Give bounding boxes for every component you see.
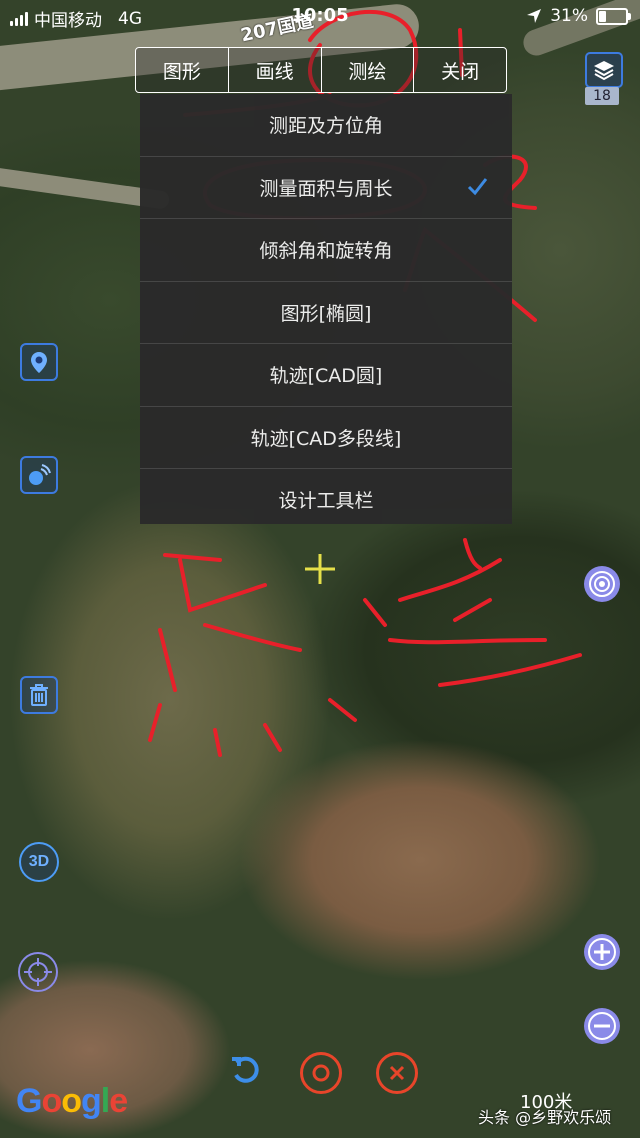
record-icon bbox=[312, 1064, 330, 1082]
3d-icon: 3D bbox=[28, 853, 50, 870]
survey-dropdown-menu: 测距及方位角 测量面积与周长 倾斜角和旋转角 图形[椭圆] 轨迹[CAD圆] 轨… bbox=[140, 94, 512, 524]
menu-item-label: 图形[椭圆] bbox=[280, 302, 372, 325]
battery-icon bbox=[596, 7, 631, 25]
menu-item-label: 测距及方位角 bbox=[268, 115, 383, 138]
menu-item-cad-polyline[interactable]: 轨迹[CAD多段线] bbox=[140, 407, 512, 469]
delete-button[interactable] bbox=[20, 676, 58, 714]
menu-item-cad-circle[interactable]: 轨迹[CAD圆] bbox=[140, 344, 512, 407]
menu-item-label: 轨迹[CAD圆] bbox=[269, 365, 383, 388]
checkmark-icon bbox=[467, 177, 488, 195]
record-button[interactable] bbox=[300, 1052, 342, 1094]
location-button[interactable] bbox=[20, 343, 58, 381]
menu-item-label: 轨迹[CAD多段线] bbox=[250, 427, 402, 450]
tab-survey[interactable]: 测绘 bbox=[322, 48, 415, 92]
locate-me-button[interactable] bbox=[18, 952, 58, 992]
battery-percent: 31% bbox=[550, 6, 588, 26]
tab-shape[interactable]: 图形 bbox=[136, 48, 229, 92]
menu-item-label: 设计工具栏 bbox=[278, 490, 374, 513]
trash-icon bbox=[30, 684, 48, 706]
3d-view-button[interactable]: 3D bbox=[19, 842, 59, 882]
menu-item-ellipse[interactable]: 图形[椭圆] bbox=[140, 282, 512, 344]
watermark: 头条 @乡野欢乐颂 bbox=[478, 1108, 612, 1127]
menu-item-label: 测量面积与周长 bbox=[259, 177, 393, 200]
google-letter: o bbox=[41, 1082, 62, 1120]
undo-icon bbox=[232, 1056, 259, 1083]
center-target-button[interactable] bbox=[584, 566, 620, 602]
google-wordmark: Google bbox=[16, 1082, 128, 1120]
menu-item-tilt-rotation[interactable]: 倾斜角和旋转角 bbox=[140, 219, 512, 282]
location-pin-icon bbox=[31, 352, 47, 373]
location-arrow-icon bbox=[527, 9, 542, 23]
google-letter: G bbox=[16, 1082, 42, 1120]
tab-close[interactable]: 关闭 bbox=[414, 48, 506, 92]
menu-item-label: 倾斜角和旋转角 bbox=[259, 240, 393, 263]
google-letter: o bbox=[61, 1082, 82, 1120]
google-logo: Google bbox=[16, 1082, 128, 1121]
layers-button[interactable] bbox=[585, 52, 623, 88]
tab-draw-line[interactable]: 画线 bbox=[229, 48, 322, 92]
menu-item-area-perimeter[interactable]: 测量面积与周长 bbox=[140, 157, 512, 219]
cancel-button[interactable] bbox=[376, 1052, 418, 1094]
target-icon bbox=[589, 571, 615, 597]
cancel-icon bbox=[389, 1065, 405, 1081]
google-letter: g bbox=[81, 1082, 102, 1120]
google-letter: l bbox=[100, 1082, 111, 1120]
zoom-in-icon bbox=[588, 938, 616, 966]
status-bar: 中国移动 4G 10:05 31% bbox=[0, 0, 640, 34]
layers-icon bbox=[594, 61, 614, 81]
gps-track-button[interactable] bbox=[20, 456, 58, 494]
undo-button[interactable] bbox=[228, 1052, 264, 1088]
gps-signal-icon bbox=[29, 464, 51, 485]
zoom-out-icon bbox=[588, 1012, 616, 1040]
zoom-out-button[interactable] bbox=[584, 1008, 620, 1044]
tool-tabs: 图形 画线 测绘 关闭 bbox=[135, 47, 507, 93]
menu-item-design-toolbar[interactable]: 设计工具栏 bbox=[140, 469, 512, 531]
crosshair-target-icon bbox=[24, 958, 52, 986]
menu-item-distance-bearing[interactable]: 测距及方位角 bbox=[140, 94, 512, 157]
google-letter: e bbox=[109, 1082, 128, 1120]
zoom-in-button[interactable] bbox=[584, 934, 620, 970]
map-center-crosshair bbox=[305, 554, 335, 584]
zoom-level-badge: 18 bbox=[585, 87, 619, 105]
